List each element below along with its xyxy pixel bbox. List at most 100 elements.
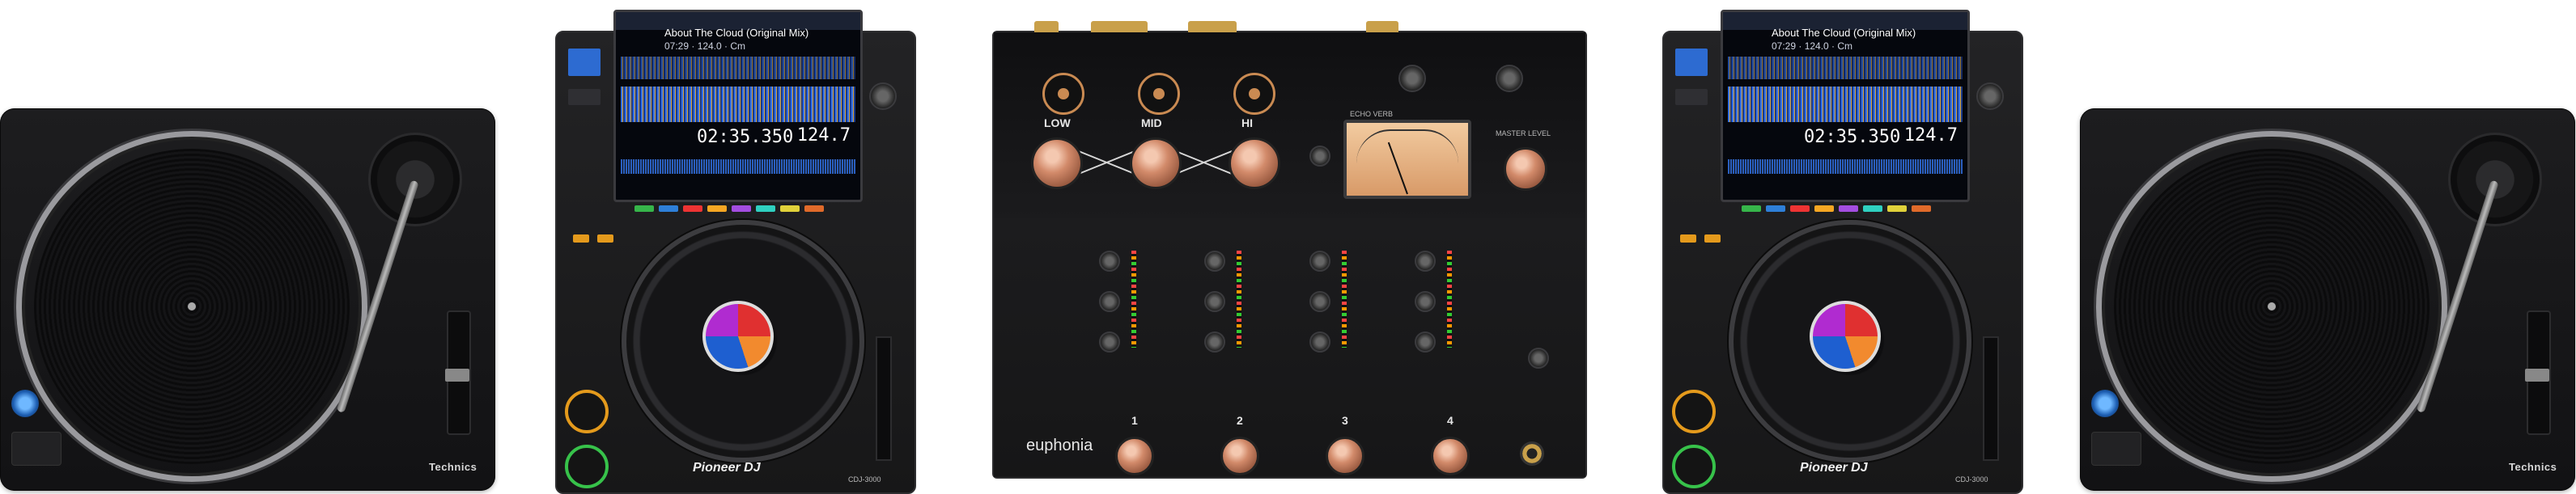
mid-filter-knob[interactable] [1138,73,1180,115]
cdj-display[interactable]: About The Cloud (Original Mix) 07:29 · 1… [613,10,863,202]
hot-cue-g[interactable] [1887,205,1907,212]
play-pause-button[interactable] [565,445,609,488]
start-stop-led-icon[interactable] [2091,390,2119,417]
loop-out-button[interactable] [597,234,613,243]
booth-level-knob[interactable] [1496,65,1523,92]
rear-connector [1034,21,1059,32]
channel-section: 1 2 3 4 euphonia [994,218,1585,477]
ch1-low-knob[interactable] [1099,331,1120,353]
main-waveform[interactable] [1728,87,1963,122]
hot-cue-h[interactable] [804,205,824,212]
pitch-fader[interactable] [2525,310,2551,435]
isolator-section: LOW MID HI ECHO VERB MASTER LEVEL [994,32,1585,221]
turntable-brand: Technics [2509,461,2557,473]
time-readout: 02:35.350 [697,127,794,147]
track-info: 07:29 · 124.0 · Cm [1772,40,1853,52]
hot-cue-e[interactable] [732,205,751,212]
overview-waveform [1728,57,1963,79]
effect-select-knob[interactable] [1398,65,1426,92]
track-info: 07:29 · 124.0 · Cm [664,40,746,52]
loop-in-button[interactable] [1680,234,1696,243]
hot-cue-b[interactable] [659,205,678,212]
channel-4-level-knob[interactable] [1431,437,1470,475]
tempo-slider[interactable] [1983,336,1999,461]
cue-button[interactable] [1672,390,1716,433]
ch4-low-knob[interactable] [1415,331,1436,353]
source-button[interactable] [1675,89,1708,105]
rear-connector [1091,21,1148,32]
hot-cue-e[interactable] [1839,205,1858,212]
start-stop-button[interactable] [11,432,62,466]
channel-2-level-knob[interactable] [1220,437,1259,475]
ch2-low-knob[interactable] [1204,331,1225,353]
headphone-level-knob[interactable] [1528,348,1549,369]
ch3-trim-knob[interactable] [1309,251,1330,272]
source-button[interactable] [568,89,601,105]
loop-in-button[interactable] [573,234,589,243]
ch4-trim-knob[interactable] [1415,251,1436,272]
overview-waveform [621,57,855,79]
track-position-waveform[interactable] [621,159,855,174]
low-filter-knob[interactable] [1042,73,1084,115]
cdj-model: CDJ-3000 [1955,475,1988,483]
loop-out-button[interactable] [1704,234,1721,243]
jog-display [1810,301,1881,372]
pitch-fader-knob[interactable] [445,369,469,382]
hot-cue-h[interactable] [1912,205,1931,212]
track-title: About The Cloud (Original Mix) [1772,27,1916,39]
hot-cue-a[interactable] [634,205,654,212]
ch3-low-knob[interactable] [1309,331,1330,353]
ch3-hi-knob[interactable] [1309,291,1330,312]
effect-label: ECHO VERB [1350,110,1394,118]
main-waveform[interactable] [621,87,855,122]
master-level-knob[interactable] [1504,147,1547,191]
play-pause-button[interactable] [1672,445,1716,488]
rotary-selector[interactable] [869,82,897,110]
ch4-hi-knob[interactable] [1415,291,1436,312]
pitch-fader[interactable] [445,310,471,435]
ch2-hi-knob[interactable] [1204,291,1225,312]
time-readout: 02:35.350 [1804,127,1901,147]
channel-2-number: 2 [1237,414,1243,427]
mixer: LOW MID HI ECHO VERB MASTER LEVEL 1 2 3 … [992,21,1587,479]
tonearm-base [368,133,462,226]
isolator-mid-knob[interactable] [1130,137,1182,189]
start-stop-button[interactable] [2091,432,2141,466]
hot-cue-d[interactable] [707,205,727,212]
isolator-hi-knob[interactable] [1229,137,1280,189]
rotary-selector[interactable] [1976,82,2004,110]
isolator-low-knob[interactable] [1031,137,1083,189]
right-turntable: Technics [2080,108,2575,491]
hi-filter-knob[interactable] [1233,73,1275,115]
hot-cue-c[interactable] [1790,205,1810,212]
ch1-hi-knob[interactable] [1099,291,1120,312]
browse-button[interactable] [568,49,601,76]
jog-display [702,301,774,372]
hot-cue-b[interactable] [1766,205,1785,212]
hot-cue-c[interactable] [683,205,702,212]
spindle [188,302,196,310]
bpm-readout: 124.7 [1903,125,1958,146]
headphone-jack-icon[interactable] [1520,441,1544,466]
hot-cue-f[interactable] [756,205,775,212]
browse-button[interactable] [1675,49,1708,76]
start-stop-led-icon[interactable] [11,390,39,417]
channel-3-level-knob[interactable] [1326,437,1364,475]
tempo-slider[interactable] [876,336,892,461]
send-knob[interactable] [1309,146,1330,167]
channel-1-number: 1 [1131,414,1138,427]
ch2-trim-knob[interactable] [1204,251,1225,272]
hot-cue-a[interactable] [1742,205,1761,212]
hot-cue-g[interactable] [780,205,800,212]
track-position-waveform[interactable] [1728,159,1963,174]
hot-cue-d[interactable] [1814,205,1834,212]
ch1-trim-knob[interactable] [1099,251,1120,272]
channel-1-level-knob[interactable] [1115,437,1154,475]
hot-cue-f[interactable] [1863,205,1882,212]
cue-button[interactable] [565,390,609,433]
cdj-display[interactable]: About The Cloud (Original Mix) 07:29 · 1… [1721,10,1970,202]
vu-scale [1356,129,1458,163]
rear-connector [1188,21,1237,32]
pitch-fader-knob[interactable] [2525,369,2549,382]
eq-label-low: LOW [1044,116,1071,129]
